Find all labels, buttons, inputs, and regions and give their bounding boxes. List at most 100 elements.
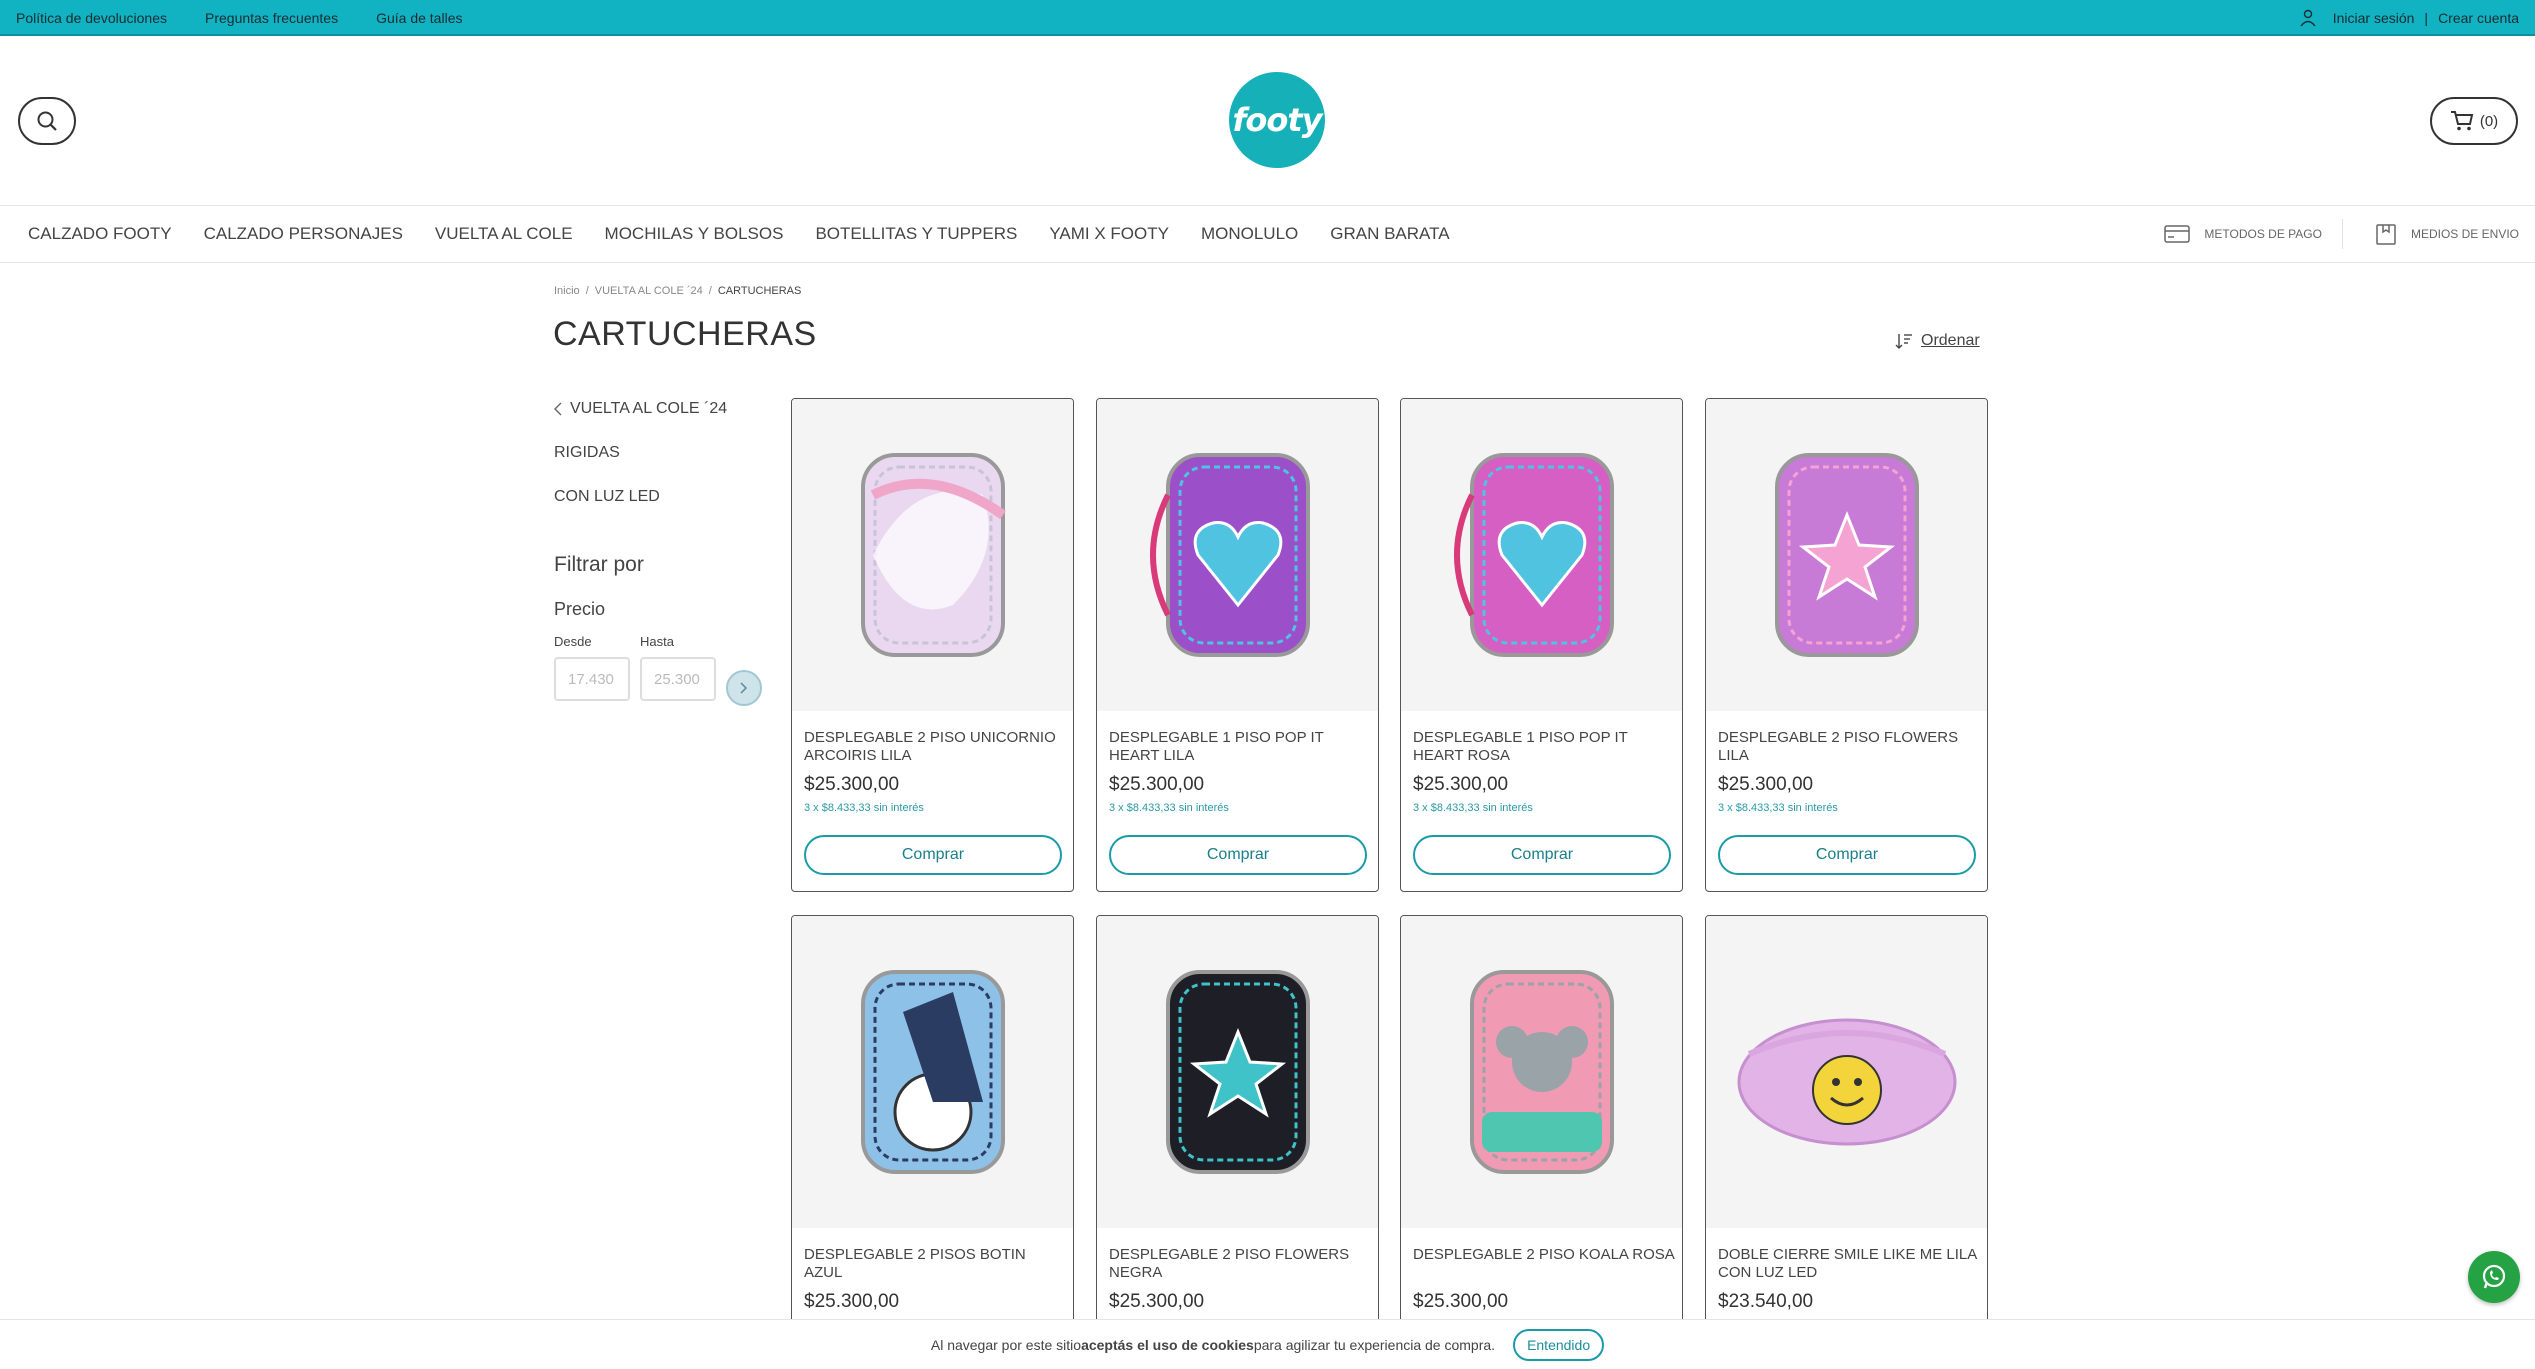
breadcrumb-current: CARTUCHERAS	[717, 285, 802, 297]
product-card[interactable]: DESPLEGABLE 2 PISO FLOWERS LILA $25.300,…	[1705, 398, 1988, 892]
page-title: CARTUCHERAS	[553, 315, 817, 353]
account-separator: |	[2424, 10, 2429, 26]
product-image[interactable]	[1097, 916, 1378, 1228]
product-image[interactable]	[1401, 916, 1682, 1228]
price-from-label: Desde	[554, 634, 592, 649]
sort-label: Ordenar	[1921, 332, 1980, 349]
product-card[interactable]: DESPLEGABLE 2 PISOS BOTIN AZUL $25.300,0…	[791, 915, 1074, 1369]
product-card[interactable]: DESPLEGABLE 1 PISO POP IT HEART LILA $25…	[1096, 398, 1379, 892]
logo-text: footy	[1232, 101, 1322, 139]
nav-item-gran-barata[interactable]: GRAN BARATA	[1330, 224, 1449, 244]
breadcrumb: Inicio / VUELTA AL COLE ´24 / CARTUCHERAS	[554, 285, 801, 297]
nav-item-calzado-personajes[interactable]: CALZADO PERSONAJES	[204, 224, 403, 244]
payment-methods-link[interactable]: METODOS DE PAGO	[2164, 224, 2322, 244]
breadcrumb-separator: /	[708, 285, 712, 297]
product-card[interactable]: DOBLE CIERRE SMILE LIKE ME LILA CON LUZ …	[1705, 915, 1988, 1369]
header: footy (0)	[0, 36, 2535, 206]
product-name[interactable]: DESPLEGABLE 2 PISO KOALA ROSA	[1413, 1246, 1675, 1264]
product-card[interactable]: DESPLEGABLE 2 PISO FLOWERS NEGRA $25.300…	[1096, 915, 1379, 1369]
whatsapp-icon	[2482, 1264, 2506, 1289]
search-button[interactable]	[18, 97, 76, 145]
filter-title: Filtrar por	[554, 553, 644, 576]
search-icon	[37, 111, 57, 131]
buy-button[interactable]: Comprar	[1109, 835, 1367, 875]
account-links: Iniciar sesión | Crear cuenta	[2299, 0, 2519, 36]
pencil-case-image	[1165, 970, 1310, 1174]
nav-item-yami-x-footy[interactable]: YAMI X FOOTY	[1049, 224, 1169, 244]
product-image[interactable]	[1706, 916, 1987, 1228]
product-card[interactable]: DESPLEGABLE 2 PISO KOALA ROSA $25.300,00	[1400, 915, 1683, 1369]
product-name[interactable]: DESPLEGABLE 1 PISO POP IT HEART ROSA	[1413, 729, 1675, 765]
pouch-image	[1737, 1018, 1956, 1146]
back-category-link[interactable]: VUELTA AL COLE ´24	[554, 395, 774, 423]
user-icon	[2300, 9, 2316, 27]
product-image[interactable]	[792, 399, 1073, 711]
payment-methods-label: METODOS DE PAGO	[2204, 227, 2322, 241]
buy-button[interactable]: Comprar	[804, 835, 1062, 875]
top-links: Política de devoluciones Preguntas frecu…	[16, 0, 500, 36]
price-filter-apply-button[interactable]	[726, 670, 762, 706]
pencil-case-image	[860, 453, 1006, 657]
chevron-left-icon	[554, 402, 562, 416]
product-image[interactable]	[792, 916, 1073, 1228]
sort-button[interactable]: Ordenar	[1895, 332, 1980, 350]
cart-button[interactable]: (0)	[2430, 97, 2518, 145]
cookie-accept-button[interactable]: Entendido	[1513, 1328, 1605, 1361]
product-name[interactable]: DESPLEGABLE 2 PISOS BOTIN AZUL	[804, 1246, 1066, 1282]
main-nav: CALZADO FOOTY CALZADO PERSONAJES VUELTA …	[0, 205, 2535, 263]
product-installments: 3 x $8.433,33 sin interés	[1109, 802, 1229, 814]
product-name[interactable]: DESPLEGABLE 2 PISO FLOWERS NEGRA	[1109, 1246, 1371, 1282]
price-filter: Desde 17.430 Hasta 25.300	[554, 634, 774, 706]
product-name[interactable]: DESPLEGABLE 2 PISO FLOWERS LILA	[1718, 729, 1980, 765]
cookie-text-pre: Al navegar por este sitio	[930, 1336, 1082, 1353]
footy-logo[interactable]: footy	[1229, 72, 1325, 168]
breadcrumb-parent[interactable]: VUELTA AL COLE ´24	[595, 285, 703, 297]
breadcrumb-home[interactable]: Inicio	[554, 285, 580, 297]
faq-link[interactable]: Preguntas frecuentes	[205, 10, 338, 26]
register-link[interactable]: Crear cuenta	[2438, 10, 2519, 26]
product-installments: 3 x $8.433,33 sin interés	[1718, 802, 1838, 814]
shipping-methods-link[interactable]: MEDIOS DE ENVIO	[2375, 222, 2519, 246]
product-card[interactable]: DESPLEGABLE 1 PISO POP IT HEART ROSA $25…	[1400, 398, 1683, 892]
product-image[interactable]	[1706, 399, 1987, 711]
product-name[interactable]: DESPLEGABLE 2 PISO UNICORNIO ARCOIRIS LI…	[804, 729, 1066, 765]
product-image[interactable]	[1097, 399, 1378, 711]
product-price: $25.300,00	[1109, 1291, 1205, 1312]
product-price: $25.300,00	[804, 774, 900, 795]
returns-policy-link[interactable]: Política de devoluciones	[16, 10, 167, 26]
price-to-input[interactable]: 25.300	[640, 657, 716, 701]
nav-item-calzado-footy[interactable]: CALZADO FOOTY	[28, 224, 172, 244]
nav-item-botellitas-y-tuppers[interactable]: BOTELLITAS Y TUPPERS	[815, 224, 1017, 244]
pencil-case-image	[1774, 453, 1919, 657]
price-to-label: Hasta	[640, 634, 674, 649]
product-card[interactable]: DESPLEGABLE 2 PISO UNICORNIO ARCOIRIS LI…	[791, 398, 1074, 892]
buy-button[interactable]: Comprar	[1718, 835, 1976, 875]
pencil-case-image	[1149, 453, 1310, 657]
login-link[interactable]: Iniciar sesión	[2333, 10, 2415, 26]
product-name[interactable]: DOBLE CIERRE SMILE LIKE ME LILA CON LUZ …	[1718, 1246, 1980, 1282]
price-from-input[interactable]: 17.430	[554, 657, 630, 701]
product-name[interactable]: DESPLEGABLE 1 PISO POP IT HEART LILA	[1109, 729, 1371, 765]
cart-icon	[2450, 111, 2474, 131]
nav-divider	[2341, 219, 2343, 249]
product-price: $25.300,00	[804, 1291, 900, 1312]
pencil-case-image	[1469, 970, 1614, 1174]
subcategory-rigidas[interactable]: RIGIDAS	[554, 439, 774, 467]
pencil-case-image	[1453, 453, 1614, 657]
credit-card-icon	[2164, 225, 2191, 243]
whatsapp-button[interactable]	[2468, 1251, 2520, 1303]
size-guide-link[interactable]: Guía de talles	[376, 10, 462, 26]
pencil-case-image	[860, 970, 1005, 1174]
product-price: $23.540,00	[1718, 1291, 1814, 1312]
product-price: $25.300,00	[1413, 774, 1509, 795]
cookie-text-post: para agilizar tu experiencia de compra.	[1253, 1336, 1496, 1353]
buy-button[interactable]: Comprar	[1413, 835, 1671, 875]
nav-item-vuelta-al-cole[interactable]: VUELTA AL COLE	[435, 224, 573, 244]
product-price: $25.300,00	[1413, 1291, 1509, 1312]
nav-item-mochilas-y-bolsos[interactable]: MOCHILAS Y BOLSOS	[605, 224, 784, 244]
cookie-banner: Al navegar por este sitio aceptás el uso…	[0, 1319, 2535, 1369]
subcategory-con-luz-led[interactable]: CON LUZ LED	[554, 483, 774, 511]
chevron-right-icon	[740, 682, 748, 694]
nav-item-monolulo[interactable]: MONOLULO	[1201, 224, 1298, 244]
product-image[interactable]	[1401, 399, 1682, 711]
